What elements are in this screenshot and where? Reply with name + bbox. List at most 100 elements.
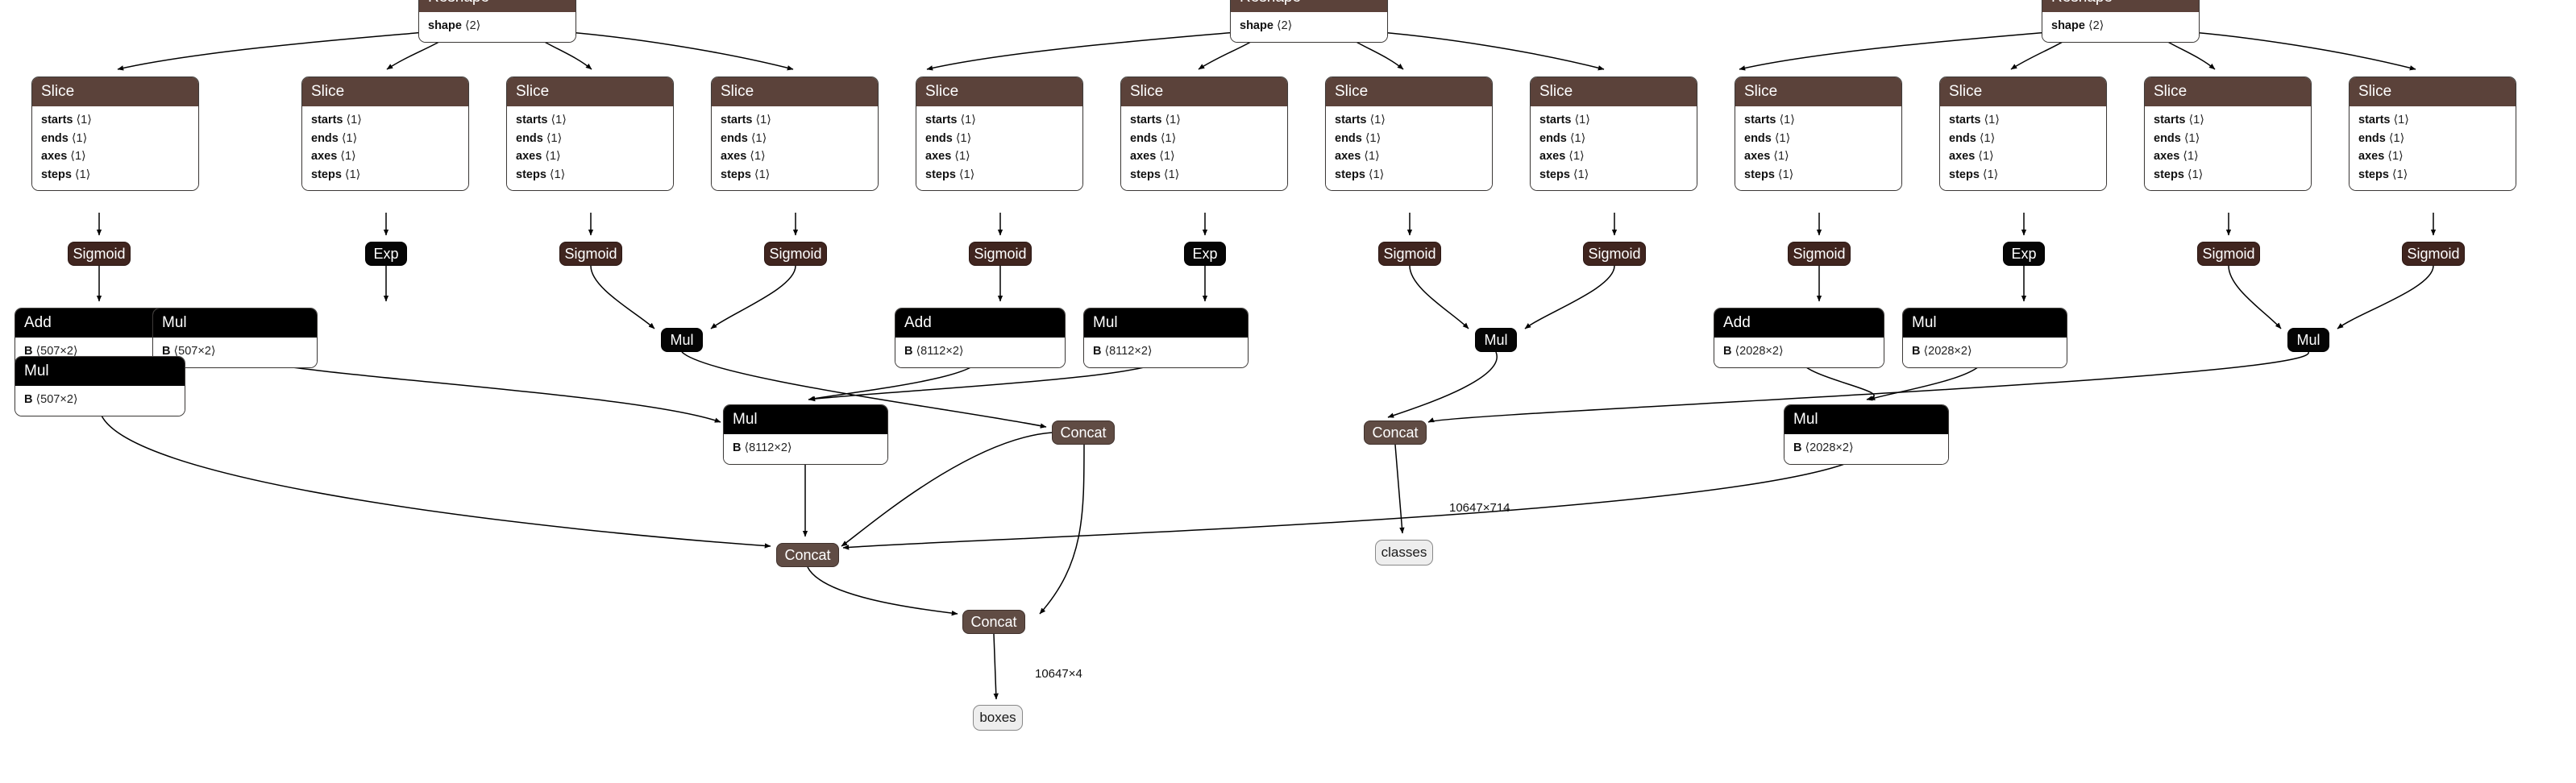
attribute-row: starts ⟨1⟩ (721, 111, 869, 130)
attribute-key: shape (428, 19, 462, 32)
concat-node[interactable]: Concat (1364, 420, 1427, 445)
exp-node[interactable]: Exp (1184, 242, 1226, 266)
attribute-key: steps (1744, 168, 1775, 181)
node-attributes: starts ⟨1⟩ ends ⟨1⟩ axes ⟨1⟩ steps ⟨1⟩ (2350, 106, 2516, 190)
attribute-value: ⟨1⟩ (1566, 131, 1586, 145)
attribute-value: ⟨1⟩ (1157, 131, 1177, 145)
attribute-row: axes ⟨1⟩ (1335, 147, 1483, 166)
attribute-row: steps ⟨1⟩ (1744, 166, 1893, 184)
attribute-key: steps (516, 168, 546, 181)
sigmoid-node[interactable]: Sigmoid (1583, 242, 1646, 266)
mul-node[interactable]: Mul (1475, 328, 1517, 352)
attribute-row: axes ⟨1⟩ (1130, 147, 1278, 166)
attribute-key: B (24, 393, 33, 406)
mul-node[interactable]: Mul B ⟨2028×2⟩ (1784, 404, 1949, 465)
slice-node[interactable]: Slice starts ⟨1⟩ ends ⟨1⟩ axes ⟨1⟩ steps ⟨1⟩ (916, 77, 1083, 191)
attribute-key: B (1093, 345, 1102, 358)
attribute-key: steps (721, 168, 751, 181)
attribute-key: steps (2154, 168, 2184, 181)
node-attributes: B ⟨8112×2⟩ (1084, 338, 1248, 367)
slice-node[interactable]: Slice starts ⟨1⟩ ends ⟨1⟩ axes ⟨1⟩ steps ⟨1⟩ (711, 77, 879, 191)
reshape-node[interactable]: Reshape shape ⟨2⟩ (1230, 0, 1388, 43)
attribute-key: steps (41, 168, 72, 181)
slice-node[interactable]: Slice starts ⟨1⟩ ends ⟨1⟩ axes ⟨1⟩ steps ⟨1⟩ (1939, 77, 2107, 191)
attribute-row: ends ⟨1⟩ (925, 130, 1074, 148)
attribute-key: starts (516, 114, 548, 126)
node-title: Sigmoid (564, 245, 617, 262)
slice-node[interactable]: Slice starts ⟨1⟩ ends ⟨1⟩ axes ⟨1⟩ steps ⟨1⟩ (1325, 77, 1493, 191)
attribute-row: starts ⟨1⟩ (516, 111, 664, 130)
slice-node[interactable]: Slice starts ⟨1⟩ ends ⟨1⟩ axes ⟨1⟩ steps ⟨1⟩ (506, 77, 674, 191)
sigmoid-node[interactable]: Sigmoid (559, 242, 622, 266)
mul-node[interactable]: Mul B ⟨8112×2⟩ (1083, 308, 1249, 368)
mul-node[interactable]: Mul B ⟨507×2⟩ (15, 356, 185, 416)
attribute-key: starts (1744, 114, 1776, 126)
attribute-value: ⟨1⟩ (67, 150, 86, 163)
attribute-value: ⟨8112×2⟩ (741, 441, 792, 454)
mul-node[interactable]: Mul B ⟨8112×2⟩ (723, 404, 888, 465)
attribute-key: starts (1130, 114, 1162, 126)
sigmoid-node[interactable]: Sigmoid (969, 242, 1032, 266)
attribute-row: ends ⟨1⟩ (1335, 130, 1483, 148)
attribute-key: steps (925, 168, 956, 181)
attribute-row: ends ⟨1⟩ (1744, 130, 1893, 148)
attribute-value: ⟨1⟩ (546, 168, 566, 181)
slice-node[interactable]: Slice starts ⟨1⟩ ends ⟨1⟩ axes ⟨1⟩ steps ⟨1⟩ (31, 77, 199, 191)
sigmoid-node[interactable]: Sigmoid (764, 242, 827, 266)
node-title: Slice (302, 77, 468, 106)
attribute-row: steps ⟨1⟩ (1949, 166, 2097, 184)
sigmoid-node[interactable]: Sigmoid (68, 242, 131, 266)
node-title: Reshape (419, 0, 575, 12)
attribute-value: ⟨1⟩ (2185, 114, 2204, 126)
concat-node[interactable]: Concat (962, 610, 1025, 634)
node-title: Slice (2145, 77, 2311, 106)
node-title: Mul (2296, 331, 2320, 348)
attribute-value: ⟨1⟩ (1770, 150, 1789, 163)
node-attributes: B ⟨507×2⟩ (15, 386, 185, 416)
add-node[interactable]: Add B ⟨8112×2⟩ (895, 308, 1066, 368)
attribute-value: ⟨1⟩ (752, 114, 771, 126)
node-attributes: shape ⟨2⟩ (1231, 12, 1387, 42)
slice-node[interactable]: Slice starts ⟨1⟩ ends ⟨1⟩ axes ⟨1⟩ steps ⟨1⟩ (1120, 77, 1288, 191)
slice-node[interactable]: Slice starts ⟨1⟩ ends ⟨1⟩ axes ⟨1⟩ steps ⟨1⟩ (1530, 77, 1697, 191)
slice-node[interactable]: Slice starts ⟨1⟩ ends ⟨1⟩ axes ⟨1⟩ steps ⟨1⟩ (2349, 77, 2516, 191)
sigmoid-node[interactable]: Sigmoid (2197, 242, 2260, 266)
slice-node[interactable]: Slice starts ⟨1⟩ ends ⟨1⟩ axes ⟨1⟩ steps ⟨1⟩ (2144, 77, 2312, 191)
reshape-node[interactable]: Reshape shape ⟨2⟩ (2042, 0, 2200, 43)
reshape-node[interactable]: Reshape shape ⟨2⟩ (418, 0, 576, 43)
graph-output-classes[interactable]: classes (1375, 540, 1433, 566)
mul-node[interactable]: Mul (2287, 328, 2329, 352)
attribute-value: ⟨1⟩ (542, 150, 561, 163)
attribute-row: shape ⟨2⟩ (1240, 17, 1378, 35)
graph-canvas[interactable]: Reshape shape ⟨2⟩ Reshape shape ⟨2⟩ Resh… (0, 0, 2576, 783)
slice-node[interactable]: Slice starts ⟨1⟩ ends ⟨1⟩ axes ⟨1⟩ steps ⟨1⟩ (301, 77, 469, 191)
node-title: Slice (1326, 77, 1492, 106)
attribute-value: ⟨1⟩ (951, 150, 970, 163)
node-attributes: starts ⟨1⟩ ends ⟨1⟩ axes ⟨1⟩ steps ⟨1⟩ (32, 106, 198, 190)
sigmoid-node[interactable]: Sigmoid (1788, 242, 1851, 266)
attribute-key: ends (516, 131, 543, 145)
exp-node[interactable]: Exp (365, 242, 407, 266)
graph-output-boxes[interactable]: boxes (973, 705, 1023, 731)
attribute-key: axes (1949, 150, 1976, 163)
add-node[interactable]: Add B ⟨2028×2⟩ (1714, 308, 1884, 368)
sigmoid-node[interactable]: Sigmoid (2402, 242, 2465, 266)
concat-node[interactable]: Concat (1052, 420, 1115, 445)
node-title: Reshape (2042, 0, 2199, 12)
attribute-key: B (733, 441, 742, 454)
attribute-row: starts ⟨1⟩ (1744, 111, 1893, 130)
attribute-key: starts (1539, 114, 1572, 126)
attribute-value: ⟨1⟩ (955, 168, 975, 181)
concat-node[interactable]: Concat (776, 543, 839, 567)
node-title: Exp (1192, 245, 1218, 262)
attribute-row: axes ⟨1⟩ (1539, 147, 1688, 166)
sigmoid-node[interactable]: Sigmoid (1378, 242, 1441, 266)
attribute-value: ⟨1⟩ (338, 131, 358, 145)
node-title: Mul (15, 357, 185, 386)
attribute-value: ⟨1⟩ (750, 168, 771, 181)
slice-node[interactable]: Slice starts ⟨1⟩ ends ⟨1⟩ axes ⟨1⟩ steps ⟨1⟩ (1735, 77, 1902, 191)
exp-node[interactable]: Exp (2003, 242, 2045, 266)
mul-node[interactable]: Mul (661, 328, 703, 352)
node-title: Sigmoid (1588, 245, 1641, 262)
mul-node[interactable]: Mul B ⟨2028×2⟩ (1902, 308, 2067, 368)
